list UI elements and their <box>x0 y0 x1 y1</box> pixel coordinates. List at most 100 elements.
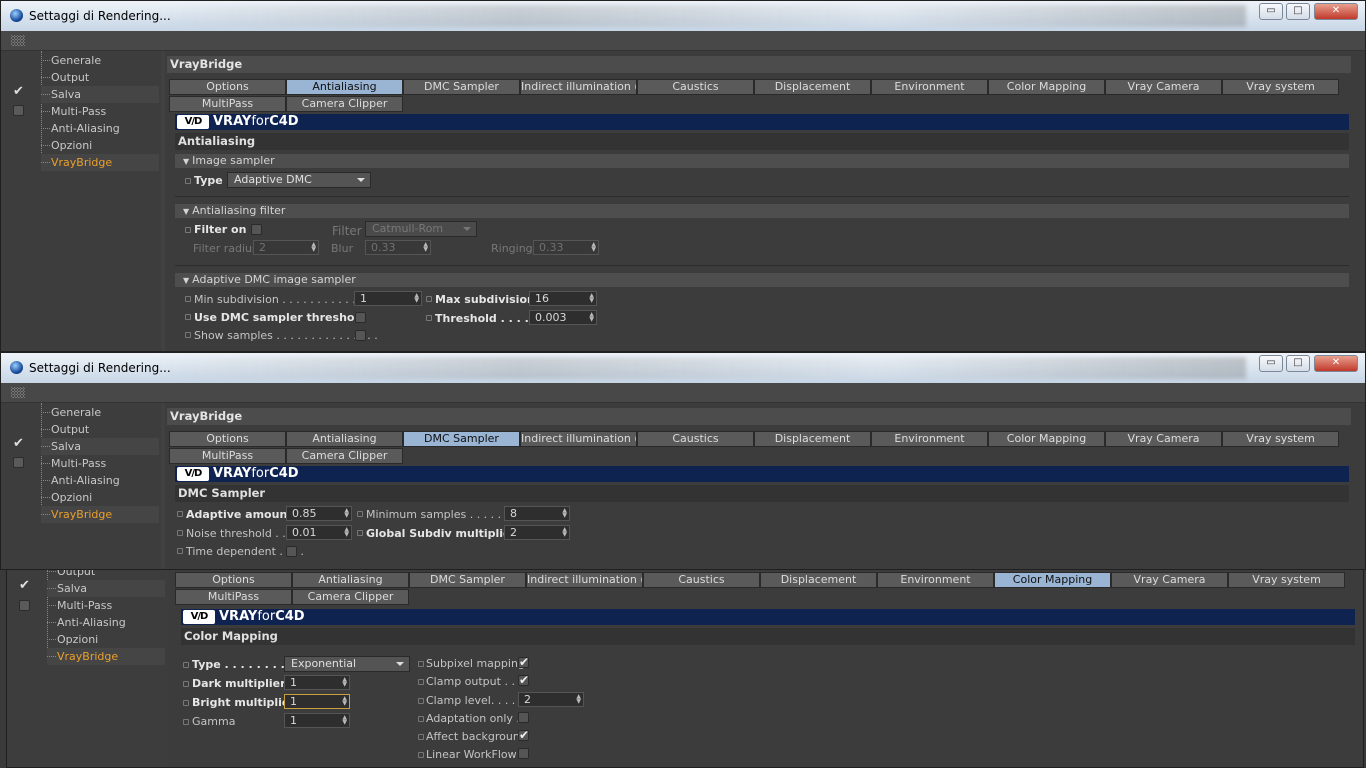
group-image-sampler[interactable]: ▼ Image sampler <box>175 154 1349 168</box>
tree-item-output[interactable]: Output <box>41 421 159 438</box>
tree-item-vraybridge[interactable]: VrayBridge <box>41 506 159 523</box>
tree-item-opzioni[interactable]: Opzioni <box>41 137 159 154</box>
salva-checkbox[interactable]: ✔ <box>13 85 24 98</box>
salva-checkbox[interactable]: ✔ <box>19 579 30 592</box>
tree-item-anti-aliasing[interactable]: Anti-Aliasing <box>41 120 159 137</box>
sampler-type-dropdown[interactable]: Adaptive DMC <box>227 172 371 188</box>
minimize-button[interactable]: ▭ <box>1259 355 1283 372</box>
tree-item-anti-aliasing[interactable]: Anti-Aliasing <box>41 472 159 489</box>
tab-caustics[interactable]: Caustics <box>637 431 754 447</box>
max-subdivision-field[interactable]: 16 ▲ ▼ <box>529 291 597 306</box>
bright-multiplier-field[interactable]: 1 ▲ ▼ <box>284 694 350 709</box>
tab-indirect-illumination[interactable]: Indirect illumination (GI) <box>520 431 637 447</box>
title-bar[interactable]: Settaggi di Rendering... ▭ □ ✕ <box>1 353 1365 383</box>
tab-environment[interactable]: Environment <box>877 572 994 588</box>
tree-item-anti-aliasing[interactable]: Anti-Aliasing <box>47 614 165 631</box>
tab-vray-system[interactable]: Vray system <box>1228 572 1345 588</box>
tree-item-multi-pass[interactable]: Multi-Pass <box>41 103 159 120</box>
tab-vray-system[interactable]: Vray system <box>1222 431 1339 447</box>
grip-icon[interactable] <box>11 35 25 46</box>
tree-item-multi-pass[interactable]: Multi-Pass <box>47 597 165 614</box>
tree-item-vraybridge[interactable]: VrayBridge <box>47 648 165 665</box>
tab-vray-system[interactable]: Vray system <box>1222 79 1339 95</box>
spinner-icon[interactable]: ▲ ▼ <box>414 293 419 304</box>
tab-environment[interactable]: Environment <box>871 79 988 95</box>
tab-environment[interactable]: Environment <box>871 431 988 447</box>
tree-item-salva[interactable]: Salva <box>41 438 159 455</box>
tab-caustics[interactable]: Caustics <box>643 572 760 588</box>
linear-workflow-checkbox[interactable] <box>518 748 529 759</box>
use-dmc-threshold-checkbox[interactable] <box>355 312 366 323</box>
gamma-field[interactable]: 1 ▲ ▼ <box>284 713 350 728</box>
spinner-icon[interactable]: ▲ ▼ <box>344 508 349 519</box>
title-bar[interactable]: Settaggi di Rendering... ▭ □ ✕ <box>1 1 1365 31</box>
maximize-button[interactable]: □ <box>1286 3 1310 20</box>
group-adaptive-dmc[interactable]: ▼ Adaptive DMC image sampler <box>175 273 1349 287</box>
tab-antialiasing[interactable]: Antialiasing <box>292 572 409 588</box>
tree-item-output[interactable]: Output <box>47 570 165 580</box>
tab-indirect-illumination[interactable]: Indirect illumination (GI) <box>526 572 643 588</box>
tab-dmc-sampler[interactable]: DMC Sampler <box>403 79 520 95</box>
tab-dmc-sampler[interactable]: DMC Sampler <box>409 572 526 588</box>
tab-camera-clipper[interactable]: Camera Clipper <box>286 96 403 112</box>
tab-displacement[interactable]: Displacement <box>754 431 871 447</box>
tab-antialiasing[interactable]: Antialiasing <box>286 431 403 447</box>
clamp-output-checkbox[interactable]: ✔ <box>518 674 529 686</box>
tab-multipass[interactable]: MultiPass <box>175 589 292 605</box>
min-subdivision-field[interactable]: 1 ▲ ▼ <box>354 291 422 306</box>
subpixel-mapping-checkbox[interactable]: ✔ <box>518 656 529 668</box>
tree-item-generale[interactable]: Generale <box>41 52 159 69</box>
tree-item-salva[interactable]: Salva <box>41 86 159 103</box>
spinner-icon[interactable]: ▲ ▼ <box>562 527 567 538</box>
spinner-icon[interactable]: ▲ ▼ <box>342 715 347 726</box>
global-subdiv-field[interactable]: 2 ▲ ▼ <box>504 525 570 540</box>
tree-item-multi-pass[interactable]: Multi-Pass <box>41 455 159 472</box>
tab-camera-clipper[interactable]: Camera Clipper <box>286 448 403 464</box>
tab-color-mapping[interactable]: Color Mapping <box>988 79 1105 95</box>
adaptation-only-checkbox[interactable] <box>518 712 529 723</box>
tab-options[interactable]: Options <box>169 431 286 447</box>
multi-pass-checkbox[interactable] <box>13 457 24 468</box>
dark-multiplier-field[interactable]: 1 ▲ ▼ <box>284 675 350 690</box>
tree-item-salva[interactable]: Salva <box>47 580 165 597</box>
close-button[interactable]: ✕ <box>1314 3 1358 20</box>
spinner-icon[interactable]: ▲ ▼ <box>589 293 594 304</box>
spinner-icon[interactable]: ▲ ▼ <box>344 527 349 538</box>
color-mapping-type-dropdown[interactable]: Exponential <box>284 656 410 672</box>
tab-vray-camera[interactable]: Vray Camera <box>1111 572 1228 588</box>
spinner-icon[interactable]: ▲ ▼ <box>342 677 347 688</box>
spinner-icon[interactable]: ▲ ▼ <box>576 694 581 705</box>
tree-item-output[interactable]: Output <box>41 69 159 86</box>
tab-options[interactable]: Options <box>169 79 286 95</box>
maximize-button[interactable]: □ <box>1286 355 1310 372</box>
multi-pass-checkbox[interactable] <box>13 105 24 116</box>
tree-item-vraybridge[interactable]: VrayBridge <box>41 154 159 171</box>
tab-multipass[interactable]: MultiPass <box>169 96 286 112</box>
tab-color-mapping[interactable]: Color Mapping <box>994 572 1111 588</box>
close-button[interactable]: ✕ <box>1314 355 1358 372</box>
noise-threshold-field[interactable]: 0.01 ▲ ▼ <box>286 525 352 540</box>
minimize-button[interactable]: ▭ <box>1259 3 1283 20</box>
spinner-icon[interactable]: ▲ ▼ <box>342 696 347 707</box>
filter-on-checkbox[interactable] <box>251 224 262 235</box>
tab-camera-clipper[interactable]: Camera Clipper <box>292 589 409 605</box>
tab-displacement[interactable]: Displacement <box>754 79 871 95</box>
salva-checkbox[interactable]: ✔ <box>13 437 24 450</box>
spinner-icon[interactable]: ▲ ▼ <box>589 312 594 323</box>
time-dependent-checkbox[interactable] <box>286 546 297 557</box>
tab-antialiasing[interactable]: Antialiasing <box>286 79 403 95</box>
threshold-field[interactable]: 0.003 ▲ ▼ <box>529 310 597 325</box>
group-antialiasing-filter[interactable]: ▼ Antialiasing filter <box>175 204 1349 218</box>
tab-vray-camera[interactable]: Vray Camera <box>1105 79 1222 95</box>
tab-color-mapping[interactable]: Color Mapping <box>988 431 1105 447</box>
tab-vray-camera[interactable]: Vray Camera <box>1105 431 1222 447</box>
tab-multipass[interactable]: MultiPass <box>169 448 286 464</box>
tree-item-opzioni[interactable]: Opzioni <box>41 489 159 506</box>
tab-dmc-sampler[interactable]: DMC Sampler <box>403 431 520 447</box>
affect-background-checkbox[interactable]: ✔ <box>518 729 529 741</box>
spinner-icon[interactable]: ▲ ▼ <box>562 508 567 519</box>
tab-options[interactable]: Options <box>175 572 292 588</box>
show-samples-checkbox[interactable] <box>355 330 366 341</box>
adaptive-amount-field[interactable]: 0.85 ▲ ▼ <box>286 506 352 521</box>
minimum-samples-field[interactable]: 8 ▲ ▼ <box>504 506 570 521</box>
